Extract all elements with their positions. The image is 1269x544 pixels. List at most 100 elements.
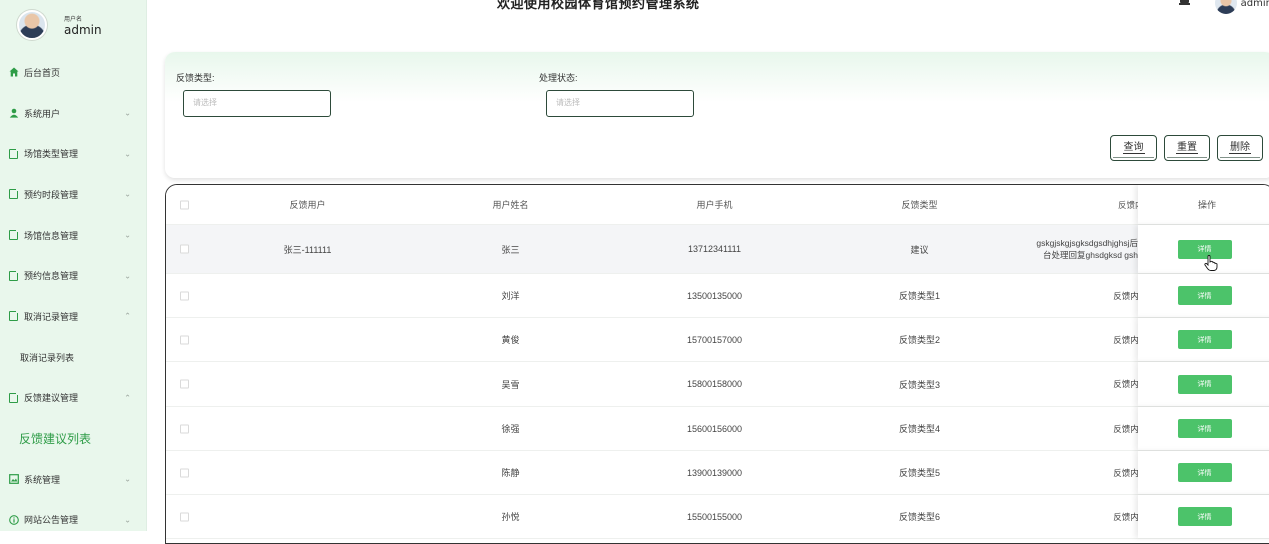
status-select[interactable]: 请选择 — [546, 90, 694, 117]
user-phone-cell: 15600156000 — [686, 423, 743, 434]
row-checkbox[interactable] — [180, 468, 189, 477]
menu-item-cancel-records[interactable]: 取消记录管理 ⌃ — [0, 296, 147, 337]
detail-button[interactable]: 详情 — [1177, 374, 1232, 394]
folder-icon — [8, 229, 19, 241]
table-row[interactable]: 吴雪 15800158000 反馈类型3 反馈内容3 详情 — [166, 362, 1269, 407]
reset-button[interactable]: 重置 — [1164, 135, 1210, 161]
menu-label: 预约信息管理 — [24, 271, 79, 282]
menu-item-booking-info[interactable]: 预约信息管理 ⌄ — [0, 255, 147, 296]
menu-label: 反馈建议列表 — [19, 432, 92, 447]
table-row[interactable]: 孙悦 15500155000 反馈类型6 反馈内容6 详情 — [166, 495, 1269, 539]
user-phone-cell: 13900139000 — [686, 467, 743, 478]
menu-label: 预约时段管理 — [24, 189, 79, 200]
user-caption: 用户名 — [64, 16, 83, 23]
feedback-user — [226, 451, 389, 494]
menu-label: 后台首页 — [24, 67, 61, 78]
detail-button[interactable]: 详情 — [1177, 330, 1232, 349]
column-header[interactable]: 反馈内容 — [1022, 185, 1138, 224]
avatar[interactable] — [17, 10, 47, 40]
feedback-type-select[interactable]: 请选择 — [183, 90, 331, 117]
detail-button[interactable]: 详情 — [1177, 507, 1232, 526]
user-name-cell: 张三 — [501, 244, 520, 255]
row-checkbox[interactable] — [180, 512, 189, 521]
menu-item-system-users[interactable]: 系统用户 ⌄ — [0, 93, 147, 134]
user-phone-cell: 15700157000 — [686, 334, 743, 345]
feedback-user — [226, 407, 389, 450]
folder-icon — [8, 147, 19, 159]
column-header[interactable]: 用户姓名 — [429, 185, 592, 224]
column-header[interactable]: 反馈类型 — [838, 185, 1001, 224]
menu-item-venue-info[interactable]: 场馆信息管理 ⌄ — [0, 215, 147, 256]
user-icon — [8, 108, 19, 119]
row-checkbox[interactable] — [180, 379, 189, 389]
feedback-type-cell: 反馈类型6 — [898, 512, 940, 522]
menu-label: 反馈建议管理 — [24, 393, 79, 404]
feedback-content-cell: 反馈内容1 — [1113, 290, 1138, 301]
user-name-cell: 陈静 — [501, 468, 520, 478]
table-row[interactable]: 徐强 15600156000 反馈类型4 反馈内容4 详情 — [166, 407, 1269, 451]
hand-cursor-icon — [1204, 255, 1218, 271]
user-phone-cell: 15500155000 — [686, 511, 743, 522]
menu-label: 场馆类型管理 — [24, 149, 79, 160]
menu-item-cancel-record-list[interactable]: 取消记录列表 — [0, 337, 147, 378]
user-phone-cell: 15800158000 — [686, 379, 743, 389]
user-phone-cell: 13500135000 — [686, 290, 743, 301]
status-label: 处理状态: — [539, 73, 578, 83]
actions-cell: 详情 — [1138, 318, 1269, 361]
user-name-cell: 刘洋 — [501, 291, 520, 301]
chevron-down-icon: ⌄ — [124, 149, 131, 159]
detail-button[interactable]: 详情 — [1177, 463, 1232, 482]
feedback-type-cell: 反馈类型1 — [898, 291, 940, 301]
feedback-user — [226, 362, 389, 406]
feedback-type-cell: 反馈类型2 — [898, 335, 940, 345]
table-row[interactable]: 黄俊 15700157000 反馈类型2 反馈内容2 详情 — [166, 318, 1269, 362]
user-phone-cell: 13712341111 — [687, 244, 742, 254]
feedback-content-cell: 反馈内容4 — [1113, 423, 1138, 434]
row-checkbox[interactable] — [180, 291, 189, 300]
user-profile[interactable]: 用户名 admin — [0, 0, 147, 52]
feedback-content-cell: 反馈内容5 — [1113, 467, 1138, 478]
feedback-type-cell: 反馈类型4 — [898, 424, 940, 434]
menu-item-time-slots[interactable]: 预约时段管理 ⌄ — [0, 174, 147, 215]
detail-button[interactable]: 详情 — [1177, 419, 1232, 438]
row-checkbox[interactable] — [180, 244, 189, 254]
home-icon — [8, 67, 19, 78]
table-row[interactable]: 刘洋 13500135000 反馈类型1 反馈内容1 详情 — [166, 274, 1269, 318]
query-button[interactable]: 查询 — [1110, 135, 1157, 161]
header-avatar[interactable] — [1215, 0, 1237, 14]
column-header[interactable]: 用户手机 — [633, 185, 796, 224]
menu-item-venue-types[interactable]: 场馆类型管理 ⌄ — [0, 133, 147, 174]
menu-label: 系统管理 — [24, 474, 61, 485]
chevron-up-icon: ⌃ — [124, 393, 131, 403]
table-row[interactable]: 张三-111111 张三 13712341111 建议 gskgjskgjsgk… — [166, 225, 1269, 274]
folder-icon — [8, 391, 19, 403]
query-button-label: 查询 — [1122, 142, 1145, 154]
table-row[interactable]: 陈静 13900139000 反馈类型5 反馈内容5 详情 — [166, 451, 1269, 495]
folder-icon — [8, 269, 19, 281]
feedback-type-label: 反馈类型: — [176, 73, 215, 83]
detail-button[interactable]: 详情 — [1177, 286, 1232, 305]
header-user-name[interactable]: admin — [1241, 0, 1269, 9]
chevron-down-icon: ⌄ — [124, 515, 131, 525]
chevron-down-icon: ⌄ — [124, 271, 131, 281]
select-all-checkbox[interactable] — [180, 200, 189, 209]
bell-icon[interactable] — [1179, 0, 1190, 6]
chevron-down-icon: ⌄ — [124, 189, 131, 199]
menu-item-announcements[interactable]: 网站公告管理 ⌄ — [0, 500, 147, 541]
feedback-user: 张三-111111 — [283, 244, 332, 255]
row-checkbox[interactable] — [180, 424, 189, 433]
delete-button[interactable]: 删除 — [1217, 135, 1263, 161]
column-header[interactable]: 反馈用户 — [226, 185, 389, 224]
menu-label: 取消记录管理 — [24, 311, 79, 322]
menu-label: 场馆信息管理 — [24, 230, 79, 241]
feedback-user — [226, 274, 389, 317]
menu-item-feedback-list[interactable]: 反馈建议列表 — [0, 418, 147, 459]
row-checkbox[interactable] — [180, 335, 189, 344]
reset-button-label: 重置 — [1176, 142, 1198, 154]
menu-item-home[interactable]: 后台首页 — [0, 52, 147, 93]
menu-item-system-settings[interactable]: 系统管理 ⌄ — [0, 459, 147, 500]
menu-item-feedback[interactable]: 反馈建议管理 ⌃ — [0, 378, 147, 419]
folder-icon — [8, 310, 19, 322]
top-header: 欢迎使用校园体育馆预约管理系统 admin — [147, 0, 1269, 46]
actions-cell: 详情 — [1138, 362, 1269, 406]
